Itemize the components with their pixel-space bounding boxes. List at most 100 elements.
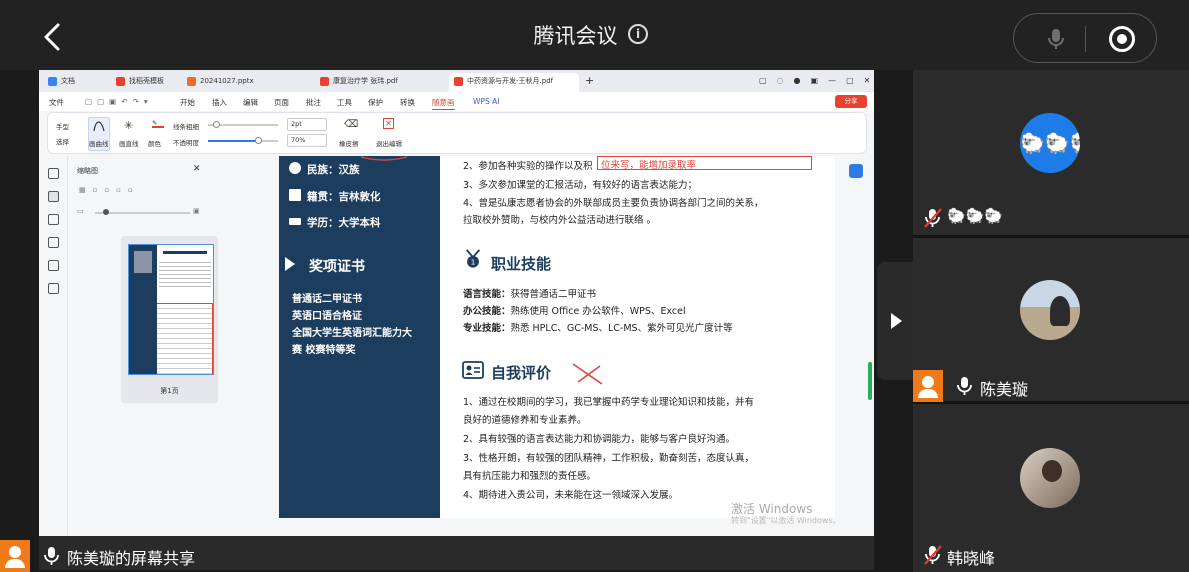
- line-label: 画直线: [119, 140, 139, 148]
- mic-muted-icon: [924, 545, 942, 565]
- self-eval-line: 2、具有较强的语言表达能力和协调能力，能够与客户良好沟通。: [463, 434, 736, 445]
- window-controls[interactable]: ▢◌●▣—▢✕: [759, 73, 874, 92]
- menu-annotate[interactable]: 批注: [306, 97, 321, 108]
- menu-edit[interactable]: 编辑: [243, 97, 258, 108]
- microphone-icon: [957, 377, 972, 395]
- select-tool[interactable]: 选择: [56, 136, 69, 146]
- avatar: 🐑🐑🐑: [1020, 113, 1080, 173]
- divider: [1085, 26, 1086, 52]
- self-eval-title: 自我评价: [491, 364, 552, 382]
- thumbnail-toolbar[interactable]: ▦▫▫▫▫: [79, 186, 140, 194]
- skills-title: 职业技能: [491, 255, 552, 273]
- screen-share-owner: 陈美璇的屏幕共享: [67, 549, 196, 568]
- user-badge-icon: [913, 370, 943, 402]
- zoom-out-icon[interactable]: ▭: [77, 207, 84, 215]
- graduation-cap-icon: [289, 218, 301, 225]
- thumbnail-title: 缩略图: [77, 167, 98, 175]
- menu-freehand[interactable]: 随意画: [432, 97, 455, 110]
- opacity-select[interactable]: 70%: [287, 134, 327, 147]
- participant-tile[interactable]: 韩晓峰: [913, 404, 1189, 572]
- awards-title: 奖项证书: [285, 256, 365, 276]
- tab-pptx[interactable]: 20241027.pptx: [182, 73, 254, 92]
- ppt-icon: [187, 77, 196, 86]
- zoom-in-icon[interactable]: ▣: [193, 207, 200, 215]
- line-icon[interactable]: ✳: [124, 119, 133, 132]
- menu-page[interactable]: 页面: [274, 97, 289, 108]
- new-tab-icon[interactable]: +: [585, 73, 594, 92]
- participant-name-emoji: 🐑🐑🐑: [947, 207, 1004, 225]
- comment-icon[interactable]: [48, 214, 59, 225]
- red-ink-stroke: [360, 156, 408, 161]
- exit-edit-label[interactable]: 退出编辑: [376, 138, 402, 148]
- bookmark-icon[interactable]: [48, 168, 59, 179]
- reading-tool-icon[interactable]: [849, 164, 863, 178]
- tencent-meeting-window: 腾讯会议 i 文档 找稻壳模板 20241027.pptx 康复治疗学 张玮.p…: [0, 0, 1189, 572]
- thumbnail-page-label: 第1页: [160, 387, 179, 395]
- self-eval-line: 1、通过在校期间的学习，我已掌握中药学专业理论知识和技能，并有: [463, 397, 755, 408]
- participant-tile[interactable]: 🐑🐑🐑 🐑🐑🐑: [913, 70, 1189, 235]
- education-row: 学历：大学本科: [289, 215, 381, 230]
- layers-icon[interactable]: [48, 283, 59, 294]
- color-label[interactable]: 颜色: [148, 138, 161, 148]
- eraser-icon[interactable]: ⌫: [344, 119, 358, 130]
- user-badge-icon: [0, 540, 30, 572]
- scrollbar[interactable]: [868, 362, 872, 400]
- tab-templates[interactable]: 找稻壳模板: [111, 73, 164, 92]
- eraser-label[interactable]: 橡皮擦: [339, 138, 359, 148]
- hand-tool[interactable]: 手型: [56, 121, 69, 131]
- microphone-icon[interactable]: [1044, 27, 1068, 51]
- menu-wps-ai[interactable]: WPS AI: [473, 97, 499, 106]
- experience-line: 4、曾是弘康志愿者协会的外联部成员主要负责协调各部门之间的关系，: [463, 198, 764, 209]
- line-width-label: 线条粗细: [173, 123, 199, 131]
- record-icon[interactable]: [1109, 26, 1135, 52]
- resume-page: 民族：汉族 籍贯：吉林敦化 学历：大学本科 奖项证书 普通话二甲证书 英语口语合…: [279, 156, 835, 518]
- page-thumbnail[interactable]: 第1页: [121, 236, 218, 403]
- wps-menu-bar: 文件 ▢▢▣↶↷▾ 开始 插入 编辑 页面 批注 工具 保护 转换 随意画 WP…: [39, 92, 874, 111]
- curve-label: 画曲线: [89, 140, 109, 148]
- menu-tools[interactable]: 工具: [337, 97, 352, 108]
- share-button[interactable]: 分享: [835, 95, 867, 108]
- self-eval-line: 良好的道德修养和专业素养。: [463, 415, 587, 426]
- thumbnail-icon[interactable]: [48, 191, 59, 202]
- award-item: 英语口语合格证: [292, 311, 362, 322]
- expand-arrow-handle[interactable]: [877, 262, 913, 380]
- self-eval-line: 具有抗压能力和强烈的责任感。: [463, 471, 597, 482]
- avatar: [1020, 448, 1080, 508]
- close-icon[interactable]: ✕: [193, 164, 201, 174]
- signature-icon[interactable]: [48, 260, 59, 271]
- experience-line: 拉取校外赞助，与校内外公益活动进行联络 。: [463, 215, 657, 226]
- quick-tools-icons[interactable]: ▢▢▣↶↷▾: [85, 97, 153, 106]
- doc-icon: [48, 77, 57, 86]
- screen-share-label: 陈美璇的屏幕共享: [0, 540, 210, 572]
- menu-file[interactable]: 文件: [49, 97, 64, 108]
- pen-color-icon[interactable]: ✎: [152, 119, 164, 128]
- tab-pdf-active[interactable]: 中药资源与开发-王秋月.pdf: [449, 73, 579, 92]
- info-icon[interactable]: i: [628, 24, 648, 44]
- award-item: 赛 校赛特等奖: [292, 345, 356, 356]
- tab-documents[interactable]: 文档: [43, 73, 75, 92]
- top-bar: 腾讯会议 i: [0, 0, 1189, 70]
- participant-tile[interactable]: 陈美璇: [913, 238, 1189, 402]
- opacity-slider[interactable]: [208, 137, 278, 144]
- top-controls: [1013, 13, 1157, 63]
- menu-protect[interactable]: 保护: [368, 97, 383, 108]
- profile-card-icon: [462, 361, 484, 379]
- line-width-slider[interactable]: [208, 121, 278, 128]
- red-cross-mark: [572, 363, 603, 385]
- opacity-label: 不透明度: [173, 139, 199, 147]
- participant-name: 韩晓峰: [947, 549, 996, 568]
- tab-pdf-1[interactable]: 康复治疗学 张玮.pdf: [315, 73, 398, 92]
- thumbnail-page: [128, 244, 214, 375]
- wps-tab-bar: 文档 找稻壳模板 20241027.pptx 康复治疗学 张玮.pdf 中药资源…: [39, 70, 874, 92]
- thumbnail-zoom-slider[interactable]: [95, 209, 190, 215]
- building-icon: [289, 189, 301, 201]
- menu-insert[interactable]: 插入: [212, 97, 227, 108]
- annotation-text: 位来写，能增加录取率: [601, 160, 697, 171]
- exit-edit-icon[interactable]: ✕: [383, 118, 394, 129]
- line-width-select[interactable]: 2pt: [287, 118, 327, 131]
- menu-start[interactable]: 开始: [180, 97, 195, 108]
- meeting-title: 腾讯会议: [533, 24, 618, 48]
- attachment-icon[interactable]: [48, 237, 59, 248]
- menu-convert[interactable]: 转换: [400, 97, 415, 108]
- resume-sidebar: 民族：汉族 籍贯：吉林敦化 学历：大学本科 奖项证书 普通话二甲证书 英语口语合…: [279, 156, 440, 518]
